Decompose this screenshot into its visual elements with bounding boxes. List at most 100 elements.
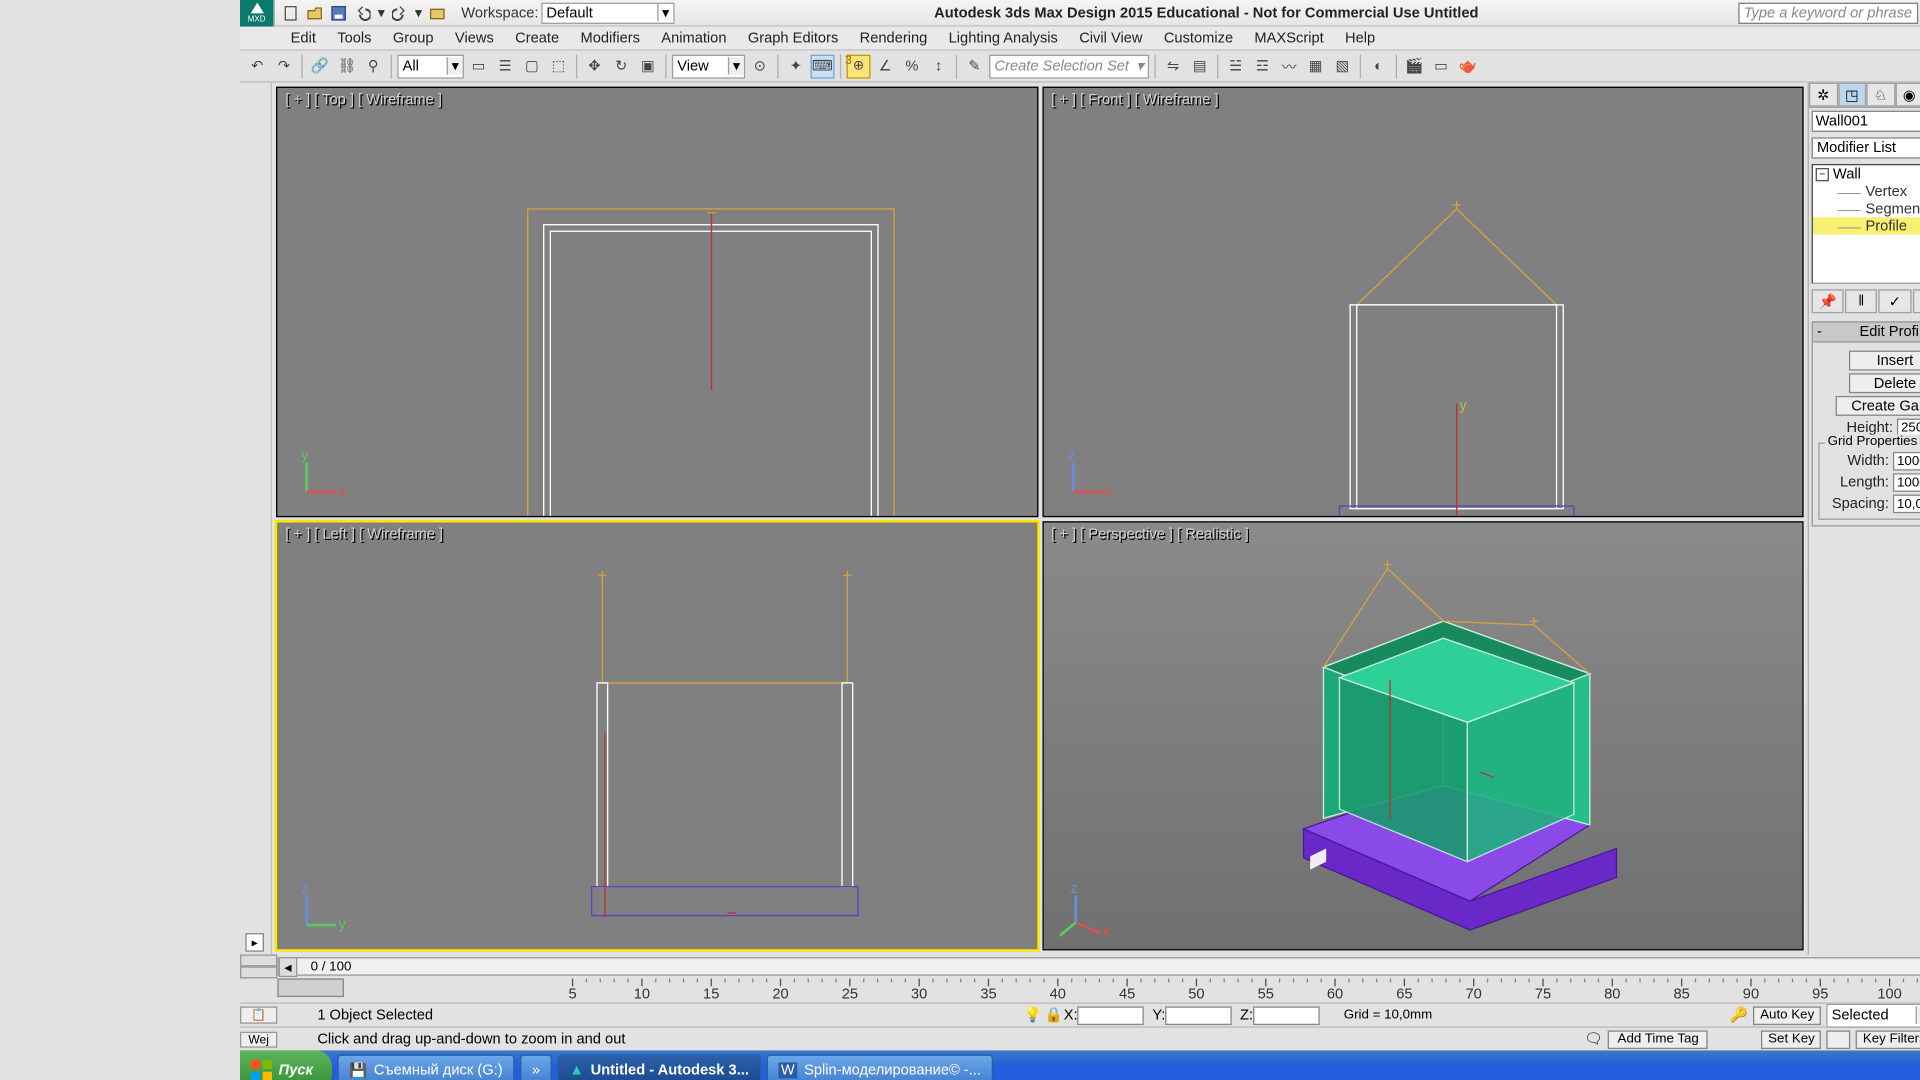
menu-tools[interactable]: Tools (326, 30, 382, 46)
curve-editor-icon[interactable]: 〰 (1277, 54, 1301, 78)
edit-named-sel-icon[interactable]: ✎ (962, 54, 986, 78)
keyfilters-button[interactable]: Key Filters... (1856, 1030, 1920, 1049)
redo-dd-icon[interactable]: ▾ (413, 2, 424, 23)
infocenter-search[interactable]: Type a keyword or phrase (1738, 2, 1918, 23)
stack-vertex[interactable]: Vertex (1865, 183, 1907, 199)
key-mode-select[interactable]: Selected▾ (1826, 1003, 1920, 1027)
object-name-input[interactable] (1811, 111, 1920, 132)
menu-customize[interactable]: Customize (1153, 30, 1244, 46)
task-3dsmax[interactable]: ▲Untitled - Autodesk 3... (557, 1054, 760, 1080)
unlink-icon[interactable]: ⛓ (334, 54, 358, 78)
menu-group[interactable]: Group (382, 30, 444, 46)
spacing-input[interactable] (1892, 495, 1920, 514)
open-icon[interactable] (303, 2, 324, 23)
start-button[interactable]: Пуск (240, 1050, 332, 1080)
selection-filter[interactable]: All▾ (397, 54, 464, 78)
scale-icon[interactable]: ▣ (635, 54, 659, 78)
project-icon[interactable] (426, 2, 447, 23)
mini-cell-1[interactable] (240, 954, 277, 966)
viewport-front[interactable]: [ + ] [ Front ] [ Wireframe ] y zx (1041, 87, 1803, 517)
menu-edit[interactable]: Edit (279, 30, 326, 46)
modifier-stack[interactable]: −Wall ⸺Vertex ⸺Segment ⸺Profile (1811, 164, 1920, 284)
task-quicklaunch[interactable]: » (519, 1054, 551, 1080)
mirror-icon[interactable]: ⇋ (1161, 54, 1185, 78)
y-input[interactable] (1165, 1006, 1232, 1025)
viewport-left[interactable]: [ + ] [ Left ] [ Wireframe ] zy (275, 521, 1037, 951)
insert-button[interactable]: Insert (1848, 351, 1920, 371)
angle-snap-icon[interactable]: ∠ (873, 54, 897, 78)
create-gable-button[interactable]: Create Gable (1834, 396, 1920, 416)
schematic-icon[interactable]: ▧ (1330, 54, 1354, 78)
time-ruler[interactable]: 5101520253035404550556065707580859095100 (240, 978, 1920, 1002)
tab-hierarchy-icon[interactable]: ♘ (1866, 83, 1895, 107)
mini-listener-button[interactable]: Wej (240, 1031, 277, 1047)
render-setup-icon[interactable]: 🎬 (1402, 54, 1426, 78)
setkey-button[interactable]: Set Key (1761, 1030, 1821, 1049)
viewport-persp-label[interactable]: [ + ] [ Perspective ] [ Realistic ] (1051, 526, 1249, 542)
menu-animation[interactable]: Animation (650, 30, 737, 46)
new-icon[interactable] (279, 2, 300, 23)
percent-snap-icon[interactable]: % (899, 54, 923, 78)
remove-modifier-icon[interactable]: 🗑 (1912, 289, 1920, 313)
viewport-front-label[interactable]: [ + ] [ Front ] [ Wireframe ] (1051, 92, 1218, 108)
mini-listener-icon[interactable]: 📋 (240, 1006, 277, 1023)
tab-create-icon[interactable]: ✲ (1808, 83, 1837, 107)
track-left-arrow-icon[interactable]: ◂ (278, 956, 297, 976)
make-unique-icon[interactable]: ✓ (1878, 289, 1910, 313)
viewport-left-label[interactable]: [ + ] [ Left ] [ Wireframe ] (285, 526, 443, 542)
menu-views[interactable]: Views (444, 30, 504, 46)
snap-toggle-icon[interactable]: 3 ⊕ (846, 54, 870, 78)
track-scrollbar[interactable]: ◂ 0 / 100 ▸ (277, 957, 1920, 976)
keyboard-shortcut-icon[interactable]: ⌨ (810, 54, 834, 78)
selection-lock-icon[interactable]: 🔒 (1044, 1006, 1062, 1023)
time-slider[interactable] (277, 978, 344, 997)
menu-create[interactable]: Create (504, 30, 569, 46)
undo-tb-icon[interactable]: ↶ (245, 54, 269, 78)
mini-cell-2[interactable] (240, 966, 277, 978)
menu-lighting[interactable]: Lighting Analysis (937, 30, 1068, 46)
setkey-big-icon[interactable] (1826, 1030, 1850, 1049)
spinner-snap-icon[interactable]: ↕ (926, 54, 950, 78)
rotate-icon[interactable]: ↻ (609, 54, 633, 78)
z-input[interactable] (1253, 1006, 1320, 1025)
material-editor-icon[interactable]: ◐ (1366, 54, 1390, 78)
link-icon[interactable]: 🔗 (307, 54, 331, 78)
tab-modify-icon[interactable]: ◳ (1837, 83, 1866, 107)
save-icon[interactable] (327, 2, 348, 23)
stack-profile[interactable]: Profile (1865, 218, 1907, 234)
align-icon[interactable]: ▤ (1187, 54, 1211, 78)
redo-tb-icon[interactable]: ↷ (271, 54, 295, 78)
menu-civilview[interactable]: Civil View (1068, 30, 1153, 46)
show-end-result-icon[interactable]: ‖ (1845, 289, 1877, 313)
pin-stack-icon[interactable]: 📌 (1811, 289, 1843, 313)
delete-button[interactable]: Delete (1848, 373, 1920, 393)
stack-root[interactable]: Wall (1832, 166, 1860, 182)
menu-modifiers[interactable]: Modifiers (569, 30, 650, 46)
layer-explorer-icon[interactable]: ☲ (1250, 54, 1274, 78)
bind-icon[interactable]: ⚲ (361, 54, 385, 78)
menu-grapheditors[interactable]: Graph Editors (737, 30, 849, 46)
workspace-select[interactable]: Default ▾ (541, 2, 674, 23)
expand-explorer-icon[interactable]: ▸ (245, 933, 264, 952)
select-rect-icon[interactable]: ▢ (519, 54, 543, 78)
move-icon[interactable]: ✥ (582, 54, 606, 78)
undo-icon[interactable] (351, 2, 372, 23)
key-icon[interactable]: 🔑 (1729, 1006, 1747, 1023)
workspace-dd-icon[interactable]: ▾ (657, 4, 673, 21)
task-word[interactable]: WSplin-моделирование© -... (766, 1054, 993, 1080)
menu-help[interactable]: Help (1334, 30, 1385, 46)
ref-coord-select[interactable]: View▾ (671, 54, 744, 78)
menu-rendering[interactable]: Rendering (848, 30, 937, 46)
viewport-top[interactable]: [ + ] [ Top ] [ Wireframe ] yx (275, 87, 1037, 517)
width-input[interactable] (1892, 452, 1920, 471)
viewport-top-label[interactable]: [ + ] [ Top ] [ Wireframe ] (285, 92, 442, 108)
named-selection-set[interactable]: Create Selection Set▾ (989, 54, 1149, 78)
window-crossing-icon[interactable]: ⬚ (546, 54, 570, 78)
manip-icon[interactable]: ✦ (783, 54, 807, 78)
x-input[interactable] (1077, 1006, 1144, 1025)
pivot-icon[interactable]: ⊙ (747, 54, 771, 78)
task-removable-disk[interactable]: 💾Съемный диск (G:) (336, 1054, 514, 1080)
length-input[interactable] (1892, 473, 1920, 492)
modifier-list[interactable]: Modifier List▾ (1811, 137, 1920, 158)
viewport-perspective[interactable]: [ + ] [ Perspective ] [ Realistic ] (1041, 521, 1803, 951)
